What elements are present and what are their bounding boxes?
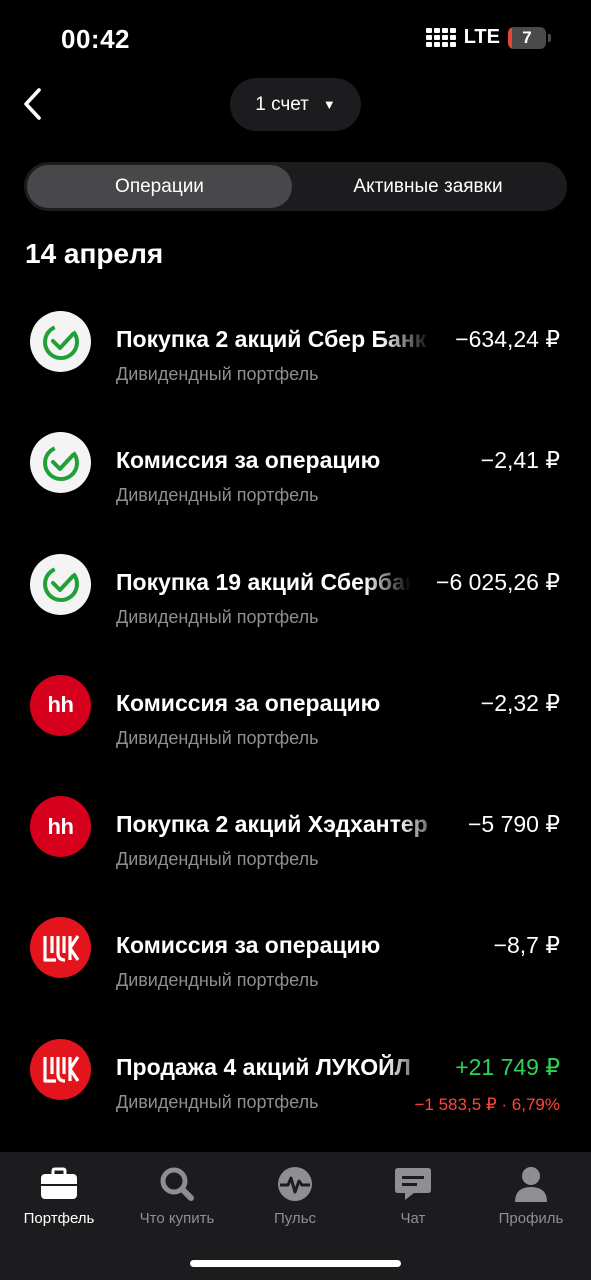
tab-what-to-buy-label: Что купить [139, 1210, 215, 1227]
tab-operations[interactable]: Операции [27, 165, 292, 208]
tab-what-to-buy[interactable]: Что купить [118, 1164, 236, 1227]
operation-title: Покупка 2 акций Хэдхантер [116, 811, 428, 838]
operation-result: −1 583,5 ₽ · 6,79% [414, 1094, 561, 1114]
battery-tip [548, 33, 551, 42]
operation-row[interactable]: Покупка 2 акций Сбер Банк Дивидендный по… [0, 278, 591, 399]
operation-amount: −2,32 ₽ [480, 689, 560, 716]
briefcase-icon [39, 1164, 79, 1204]
back-button[interactable] [12, 84, 52, 124]
battery-icon: 7 [508, 26, 546, 49]
tab-portfolio[interactable]: Портфель [0, 1164, 118, 1227]
operations-screen: 00:42 LTE 7 1 счет ▼ Операции Активные з… [0, 0, 591, 1280]
operation-amount: −5 790 ₽ [467, 811, 560, 838]
tab-pulse-label: Пульс [273, 1210, 317, 1227]
tab-portfolio-label: Портфель [23, 1210, 95, 1227]
status-time: 00:42 [61, 24, 130, 54]
profile-icon [511, 1164, 551, 1204]
tab-pulse[interactable]: Пульс [236, 1164, 354, 1227]
operation-portfolio: Дивидендный портфель [116, 727, 319, 748]
status-indicators: LTE 7 [425, 26, 551, 49]
operation-portfolio: Дивидендный портфель [116, 1091, 319, 1112]
operation-title: Покупка 2 акций Сбер Банк [116, 326, 427, 352]
caret-down-icon: ▼ [322, 97, 336, 112]
operation-amount: −6 025,26 ₽ [436, 568, 560, 595]
operation-row[interactable]: Продажа 4 акций ЛУКОЙЛ Дивидендный портф… [0, 1006, 591, 1127]
operation-title: Комиссия за операцию [116, 447, 381, 474]
account-selector-label: 1 счет [255, 93, 309, 115]
operation-portfolio: Дивидендный портфель [116, 970, 319, 991]
search-icon [157, 1164, 197, 1204]
operation-row[interactable]: Комиссия за операцию Дивидендный портфел… [0, 399, 591, 520]
network-type: LTE [463, 26, 500, 48]
operation-title: Комиссия за операцию [116, 932, 381, 959]
operation-portfolio: Дивидендный портфель [116, 485, 319, 506]
chat-icon [393, 1164, 433, 1204]
operation-amount: +21 749 ₽ [455, 1053, 560, 1080]
signal-icon [425, 28, 456, 47]
operation-portfolio: Дивидендный портфель [116, 606, 319, 627]
operation-amount: −634,24 ₽ [455, 326, 560, 352]
tab-profile[interactable]: Профиль [472, 1164, 590, 1227]
date-heading: 14 апреля [25, 238, 164, 269]
chevron-left-icon [24, 88, 41, 120]
home-indicator[interactable] [190, 1260, 401, 1267]
sber-logo-icon [30, 311, 91, 372]
operation-title: Продажа 4 акций ЛУКОЙЛ [116, 1053, 411, 1080]
battery-level: 7 [522, 27, 532, 47]
operation-title: Покупка 19 акций Сбербанк [116, 568, 411, 595]
operation-row[interactable]: Покупка 19 акций Сбербанк Дивидендный по… [0, 521, 591, 642]
pulse-icon [275, 1164, 315, 1204]
operation-portfolio: Дивидендный портфель [116, 849, 319, 870]
tab-chat[interactable]: Чат [354, 1164, 472, 1227]
tab-active-orders[interactable]: Активные заявки [292, 165, 564, 208]
operation-amount: −2,41 ₽ [480, 447, 560, 474]
operations-list: Покупка 2 акций Сбер Банк Дивидендный по… [0, 278, 591, 1127]
operation-title: Комиссия за операцию [116, 689, 381, 716]
operation-portfolio: Дивидендный портфель [116, 364, 319, 384]
sber-logo-icon [30, 432, 91, 494]
hh-logo-icon: hh [30, 674, 91, 736]
segmented-control: Операции Активные заявки [24, 162, 567, 211]
account-selector[interactable]: 1 счет ▼ [230, 78, 361, 131]
operation-row[interactable]: hh Комиссия за операцию Дивидендный порт… [0, 642, 591, 763]
operation-amount: −8,7 ₽ [493, 932, 560, 959]
operation-row[interactable]: Комиссия за операцию Дивидендный портфел… [0, 884, 591, 1005]
lukoil-logo-icon [30, 917, 91, 979]
operation-row[interactable]: hh Покупка 2 акций Хэдхантер Дивидендный… [0, 763, 591, 884]
lukoil-logo-icon [30, 1038, 91, 1100]
tab-profile-label: Профиль [498, 1210, 564, 1227]
sber-logo-icon [30, 553, 91, 615]
hh-logo-icon: hh [30, 796, 91, 858]
tab-chat-label: Чат [400, 1210, 426, 1227]
